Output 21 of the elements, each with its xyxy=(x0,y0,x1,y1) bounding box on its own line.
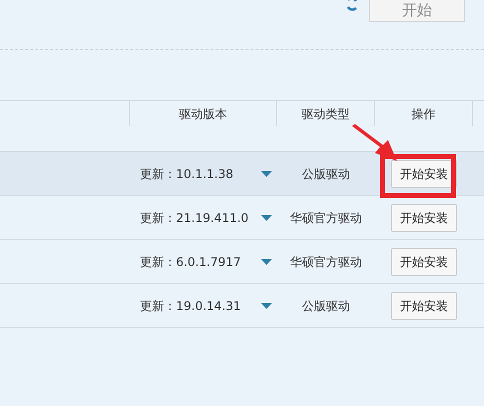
column-header: 操作 xyxy=(412,106,436,122)
install-button[interactable]: 开始安装 xyxy=(391,292,457,320)
install-button[interactable]: 开始安装 xyxy=(391,160,457,188)
install-button[interactable]: 开始安装 xyxy=(391,204,457,232)
table-row[interactable]: 更新：10.1.1.38 公版驱动 开始安装 xyxy=(0,152,484,196)
version-text: 更新：21.19.411.0 xyxy=(140,210,249,226)
driver-type: 华硕官方驱动 xyxy=(290,210,362,226)
install-button[interactable]: 开始安装 xyxy=(391,248,457,276)
column-header: 驱动版本 xyxy=(179,106,227,122)
dropdown-icon[interactable] xyxy=(261,302,272,308)
dropdown-icon[interactable] xyxy=(261,170,272,176)
arrow-drawing xyxy=(350,124,398,162)
version-text: 更新：10.1.1.38 xyxy=(140,166,234,182)
driver-type: 公版驱动 xyxy=(302,166,350,182)
version-text: 更新：19.0.14.31 xyxy=(140,298,241,314)
column-header: 驱动类型 xyxy=(302,106,350,122)
dropdown-icon[interactable] xyxy=(261,258,272,264)
dropdown-icon[interactable] xyxy=(261,214,272,220)
version-text: 更新：6.0.1.7917 xyxy=(140,254,241,270)
driver-type: 公版驱动 xyxy=(302,298,350,314)
driver-type: 华硕官方驱动 xyxy=(290,254,362,270)
